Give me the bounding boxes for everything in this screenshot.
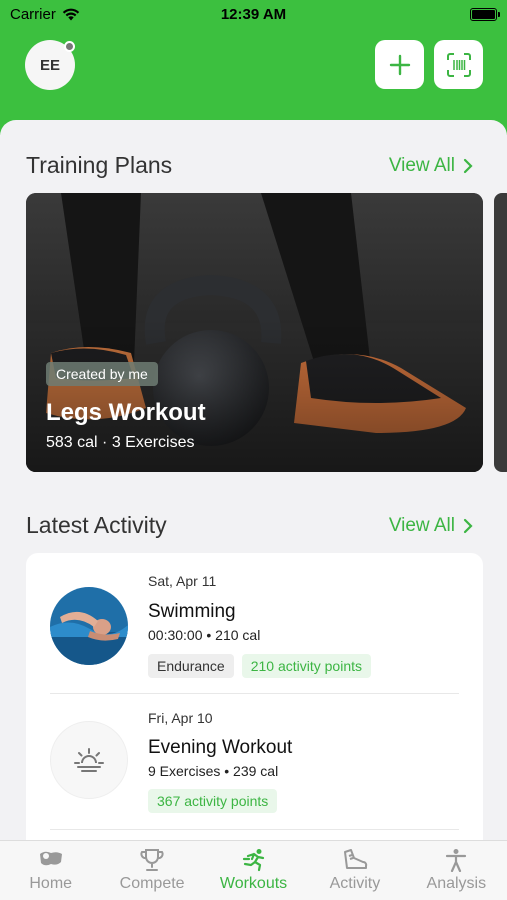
activity-name: Swimming: [148, 601, 236, 622]
plan-name: Legs Workout: [46, 399, 206, 426]
next-plan-card-peek[interactable]: [494, 193, 507, 472]
scan-button[interactable]: [434, 40, 483, 89]
tab-label: Home: [29, 875, 73, 892]
training-plans-title: Training Plans: [26, 152, 173, 178]
tab-compete[interactable]: Compete: [101, 841, 202, 900]
view-all-label: View All: [388, 155, 455, 176]
activity-tags: 367 activity points: [148, 789, 278, 813]
top-header: Carrier 12:39 AM EE: [0, 0, 507, 135]
training-plan-card[interactable]: Created by me Legs Workout 583 cal · 3 E…: [26, 193, 483, 472]
tab-label: Analysis: [426, 875, 487, 892]
activity-item[interactable]: Fri, Apr 10 Evening Workout 9 Exercises …: [26, 694, 483, 834]
sunset-icon: [74, 748, 104, 772]
tab-analysis[interactable]: Analysis: [406, 841, 507, 900]
barcode-scan-icon: [446, 52, 471, 77]
chevron-right-icon: [463, 158, 473, 174]
plan-meta: 583 cal · 3 Exercises: [46, 434, 195, 451]
clock: 12:39 AM: [220, 6, 287, 23]
plus-icon: [389, 54, 410, 75]
avatar-initials: EE: [39, 56, 60, 74]
status-bar: Carrier 12:39 AM: [0, 0, 507, 30]
activity-meta: 00:30:00 • 210 cal: [148, 627, 261, 643]
category-tag: Endurance: [148, 654, 234, 678]
activity-item[interactable]: Sat, Apr 11 Swimming 00:30:00 • 210 cal …: [26, 553, 483, 693]
activity-name: Evening Workout: [148, 737, 293, 758]
tab-home[interactable]: Home: [0, 841, 101, 900]
activity-list-card: Sat, Apr 11 Swimming 00:30:00 • 210 cal …: [26, 553, 483, 853]
activity-date: Sat, Apr 11: [148, 573, 217, 589]
activity-tags: Endurance 210 activity points: [148, 654, 372, 678]
latest-activity-title: Latest Activity: [26, 512, 167, 538]
sunset-icon-circle: [50, 721, 128, 799]
battery-icon: [470, 8, 500, 21]
divider: [50, 829, 459, 830]
tab-workouts[interactable]: Workouts: [203, 841, 304, 900]
training-plans-view-all[interactable]: View All: [389, 155, 473, 177]
latest-activity-view-all[interactable]: View All: [389, 515, 473, 537]
status-dot: [64, 41, 75, 52]
add-button[interactable]: [375, 40, 424, 89]
points-tag: 367 activity points: [148, 789, 278, 813]
tab-label: Workouts: [219, 875, 288, 892]
person-icon: [446, 849, 467, 872]
tab-label: Activity: [329, 875, 381, 892]
activity-meta: 9 Exercises • 239 cal: [148, 763, 279, 779]
created-by-badge: Created by me: [46, 362, 158, 386]
tab-activity[interactable]: Activity: [304, 841, 405, 900]
running-icon: [242, 849, 264, 872]
chevron-right-icon: [463, 518, 473, 534]
activity-date: Fri, Apr 10: [148, 710, 213, 726]
tab-label: Compete: [119, 875, 185, 892]
tab-bar: Home Compete Workouts Activity Analysis: [0, 840, 507, 900]
swimming-photo: [50, 587, 128, 665]
points-tag: 210 activity points: [241, 654, 372, 678]
trophy-icon: [140, 849, 164, 871]
workout-photo: [26, 193, 483, 472]
home-icon: [39, 851, 62, 866]
avatar[interactable]: EE: [25, 40, 75, 90]
view-all-label: View All: [388, 515, 455, 536]
shoe-icon: [343, 849, 368, 869]
